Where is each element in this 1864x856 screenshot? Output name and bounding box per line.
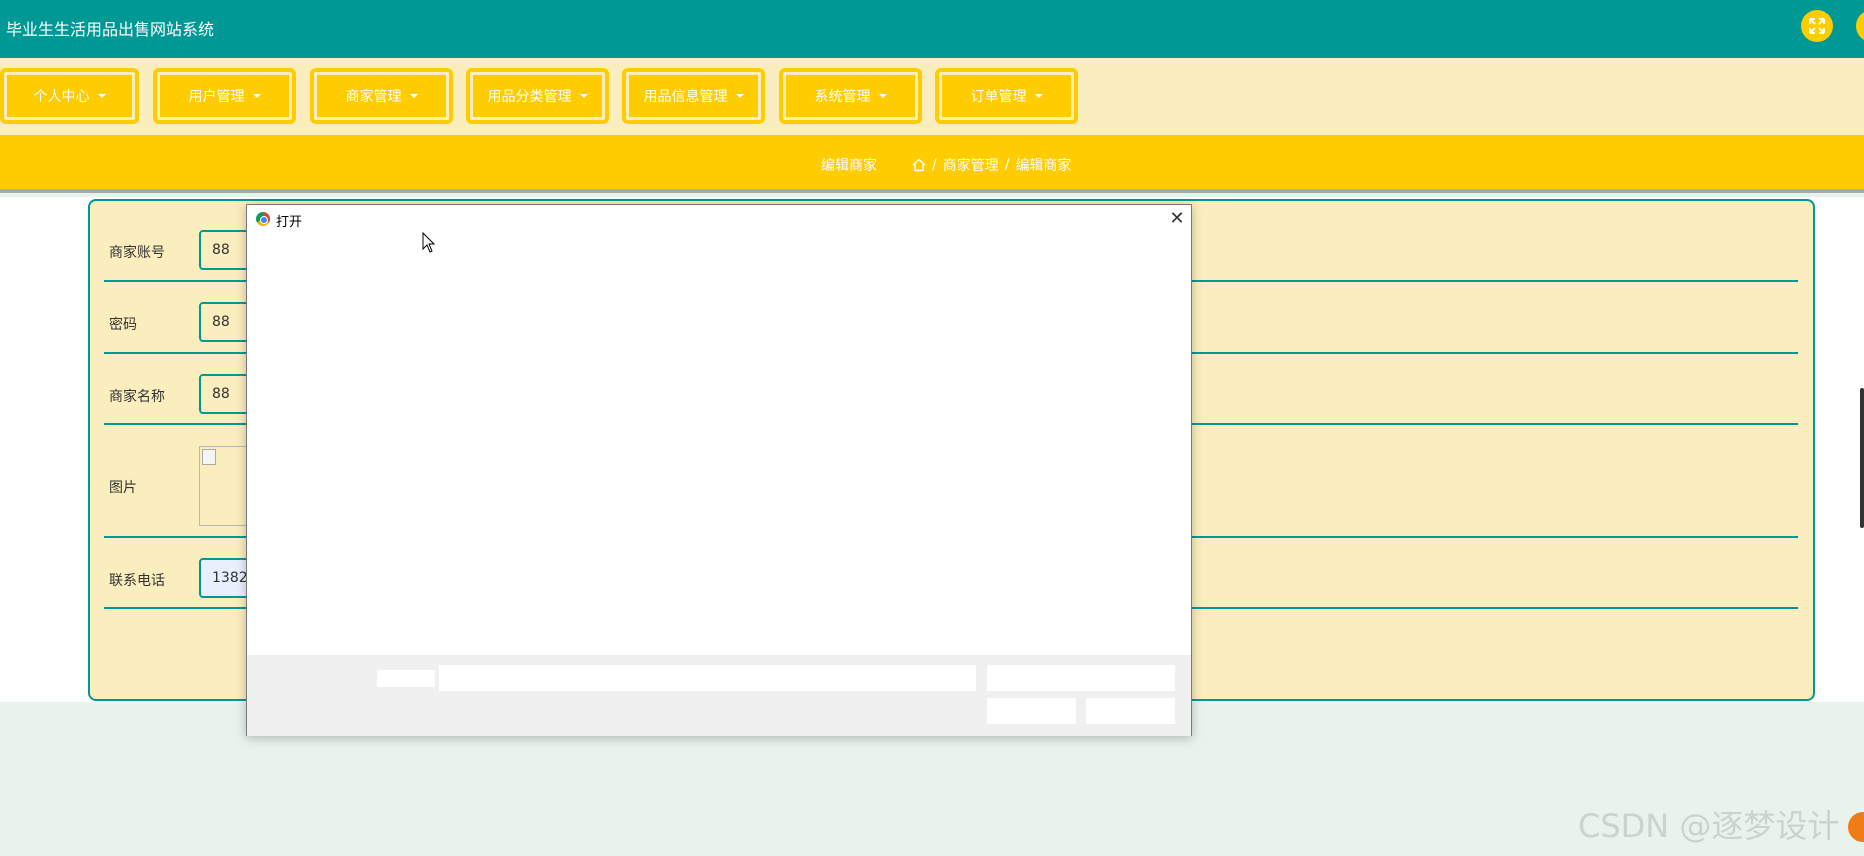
cancel-button[interactable] — [1086, 698, 1175, 724]
dialog-titlebar[interactable]: 打开 ✕ — [247, 205, 1191, 233]
nav-item-order-management[interactable]: 订单管理 — [935, 68, 1078, 124]
caret-down-icon — [1034, 94, 1043, 98]
account-label: 商家账号 — [109, 245, 165, 261]
chrome-icon — [256, 212, 270, 226]
file-type-select[interactable] — [987, 665, 1175, 691]
breadcrumb-separator: / — [1004, 157, 1010, 173]
breadcrumb-bar: 编辑商家 / 商家管理 / 编辑商家 — [0, 135, 1864, 193]
dialog-title: 打开 — [276, 215, 303, 230]
phone-label: 联系电话 — [109, 573, 165, 589]
image-label: 图片 — [109, 480, 137, 496]
nav-label: 用品信息管理 — [643, 89, 728, 105]
nav-label: 系统管理 — [814, 89, 871, 105]
watermark: CSDN @逐梦设计 — [1578, 807, 1840, 845]
file-open-dialog: 打开 ✕ — [246, 204, 1192, 736]
fullscreen-button[interactable] — [1801, 10, 1833, 42]
nav-item-category-management[interactable]: 用品分类管理 — [466, 68, 609, 124]
avatar[interactable] — [1856, 10, 1864, 42]
nav-label: 商家管理 — [345, 89, 402, 105]
caret-down-icon — [579, 94, 588, 98]
app-title: 毕业生生活用品出售网站系统 — [6, 20, 215, 39]
nav-item-personal-center[interactable]: 个人中心 — [0, 68, 139, 124]
nav-item-merchant-management[interactable]: 商家管理 — [310, 68, 453, 124]
home-icon[interactable] — [912, 158, 926, 172]
merchant-name-label: 商家名称 — [109, 389, 165, 405]
broken-image-icon — [202, 449, 216, 465]
close-icon[interactable]: ✕ — [1167, 209, 1187, 229]
nav-label: 用品分类管理 — [487, 89, 572, 105]
caret-down-icon — [409, 94, 418, 98]
breadcrumb: / 商家管理 / 编辑商家 — [912, 155, 1071, 175]
floating-badge[interactable] — [1848, 812, 1864, 842]
dialog-footer — [247, 655, 1191, 736]
breadcrumb-link-merchant-management[interactable]: 商家管理 — [943, 155, 999, 175]
top-header: 毕业生生活用品出售网站系统 — [0, 0, 1864, 58]
nav-item-user-management[interactable]: 用户管理 — [153, 68, 296, 124]
mouse-cursor-icon — [422, 232, 436, 253]
caret-down-icon — [878, 94, 887, 98]
nav-item-system-management[interactable]: 系统管理 — [779, 68, 922, 124]
password-label: 密码 — [109, 317, 137, 333]
breadcrumb-separator: / — [932, 157, 937, 173]
nav-label: 用户管理 — [188, 89, 245, 105]
nav-item-goods-management[interactable]: 用品信息管理 — [622, 68, 765, 124]
caret-down-icon — [97, 94, 106, 98]
filename-label-placeholder — [377, 670, 435, 687]
filename-input[interactable] — [439, 665, 976, 691]
nav-label: 个人中心 — [33, 89, 90, 105]
nav-label: 订单管理 — [970, 89, 1027, 105]
page-title: 编辑商家 — [821, 158, 877, 174]
open-button[interactable] — [987, 698, 1076, 724]
caret-down-icon — [735, 94, 744, 98]
main-nav: 个人中心 用户管理 商家管理 用品分类管理 用品信息管理 系统管理 订单管理 — [0, 58, 1864, 135]
fullscreen-icon — [1809, 18, 1825, 34]
caret-down-icon — [252, 94, 261, 98]
breadcrumb-current: 编辑商家 — [1015, 158, 1072, 174]
scrollbar-thumb[interactable] — [1860, 388, 1864, 528]
